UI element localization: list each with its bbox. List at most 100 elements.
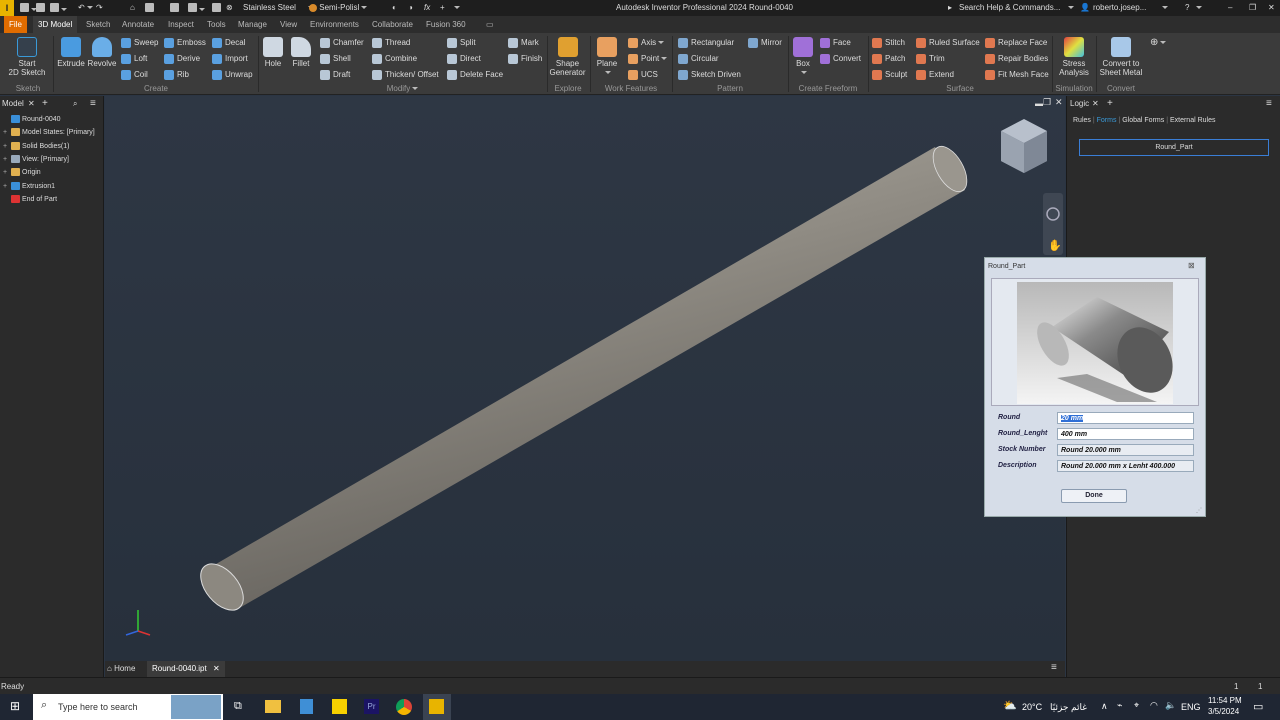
split-button[interactable]: Split <box>447 36 476 49</box>
chamfer-button[interactable]: Chamfer <box>320 36 364 49</box>
tab-view[interactable]: View <box>275 16 302 33</box>
draft-button[interactable]: Draft <box>320 68 350 81</box>
expand-icon[interactable]: + <box>3 167 11 179</box>
sticky-notes-icon[interactable] <box>332 699 347 714</box>
extrude-button[interactable]: Extrude <box>56 35 86 68</box>
loft-button[interactable]: Loft <box>121 52 147 65</box>
circular-pattern-button[interactable]: Circular <box>678 52 719 65</box>
dialog-close-icon[interactable]: ⊠ <box>1188 261 1195 270</box>
graphics-viewport[interactable]: ✋ ▬ ❐ ✕ <box>105 96 1065 661</box>
user-dropdown-icon[interactable] <box>1160 3 1168 13</box>
save-icon[interactable] <box>50 3 67 13</box>
decal-button[interactable]: Decal <box>212 36 245 49</box>
rectangular-pattern-button[interactable]: Rectangular <box>678 36 734 49</box>
ruled-surface-button[interactable]: Ruled Surface <box>916 36 980 49</box>
thicken-offset-button[interactable]: Thicken/ Offset <box>372 68 439 81</box>
appearance-select[interactable]: Semi-Polisl <box>309 3 368 13</box>
search-dropdown-icon[interactable] <box>1066 3 1074 13</box>
revolve-button[interactable]: Revolve <box>86 35 118 68</box>
tab-annotate[interactable]: Annotate <box>117 16 159 33</box>
direct-button[interactable]: Direct <box>447 52 481 65</box>
convert-freeform-button[interactable]: Convert <box>820 52 861 65</box>
tab-sketch[interactable]: Sketch <box>81 16 115 33</box>
thread-button[interactable]: Thread <box>372 36 410 49</box>
update-icon[interactable] <box>188 3 205 13</box>
logic-tab[interactable]: Logic <box>1070 96 1089 111</box>
undo-icon[interactable]: ↶ <box>78 3 93 13</box>
tree-item[interactable]: End of Part <box>3 194 57 206</box>
location-icon[interactable]: ⌖ <box>1134 700 1139 711</box>
tab-environments[interactable]: Environments <box>305 16 364 33</box>
weather-icon[interactable]: ⛅ <box>1003 699 1017 712</box>
rib-button[interactable]: Rib <box>164 68 189 81</box>
select-icon[interactable] <box>170 3 179 13</box>
restore-icon[interactable]: ❐ <box>1249 3 1256 13</box>
pan-hand-icon[interactable]: ✋ <box>1048 239 1062 252</box>
home-icon[interactable]: ⌂ <box>130 3 135 13</box>
search-icon[interactable]: ⌕ <box>73 96 77 111</box>
navigation-bar[interactable]: ✋ <box>1043 193 1063 255</box>
viewport-close-icon[interactable]: ✕ <box>1055 97 1063 108</box>
close-doc-icon[interactable]: ⊗ <box>226 3 233 13</box>
add-panel-icon[interactable]: + <box>42 96 48 111</box>
adjust-icon[interactable]: ◑ <box>408 3 413 13</box>
tab-collaborate[interactable]: Collaborate <box>367 16 418 33</box>
task-view-icon[interactable]: ⧉ <box>234 700 242 713</box>
tree-item[interactable]: + View: [Primary] <box>3 154 69 166</box>
forms-tab[interactable]: Forms <box>1097 117 1117 124</box>
import-button[interactable]: Import <box>212 52 248 65</box>
material-select[interactable]: Stainless Steel <box>243 3 314 13</box>
derive-button[interactable]: Derive <box>164 52 200 65</box>
rules-tab[interactable]: Rules <box>1073 117 1091 124</box>
box-button[interactable]: Box <box>790 35 816 77</box>
chrome-icon[interactable] <box>396 699 412 715</box>
help-icon[interactable]: ? <box>1185 3 1189 13</box>
network-icon[interactable]: ⌁ <box>1117 700 1122 711</box>
new-file-icon[interactable] <box>20 3 37 13</box>
tab-inspect[interactable]: Inspect <box>163 16 199 33</box>
resize-grip-icon[interactable]: ⋰ <box>1196 507 1202 514</box>
sweep-button[interactable]: Sweep <box>121 36 158 49</box>
combine-button[interactable]: Combine <box>372 52 417 65</box>
menu-icon[interactable]: ≡ <box>90 96 96 111</box>
redo-icon[interactable]: ↷ <box>96 3 103 13</box>
sketch-driven-pattern-button[interactable]: Sketch Driven <box>678 68 741 81</box>
tab-manage[interactable]: Manage <box>233 16 272 33</box>
form-button-round-part[interactable]: Round_Part <box>1079 139 1269 156</box>
tree-item[interactable]: + Origin <box>3 167 41 179</box>
sculpt-button[interactable]: Sculpt <box>872 68 907 81</box>
document-tab[interactable]: Round-0040.ipt ✕ <box>147 661 225 677</box>
model-tab[interactable]: Model <box>2 96 24 111</box>
trim-button[interactable]: Trim <box>916 52 945 65</box>
plane-button[interactable]: Plane <box>593 35 621 77</box>
stitch-button[interactable]: Stitch <box>872 36 905 49</box>
finish-button[interactable]: Finish <box>508 52 542 65</box>
inventor-logo-icon[interactable]: I <box>0 0 14 16</box>
tree-item[interactable]: + Extrusion1 <box>3 181 55 193</box>
delete-face-button[interactable]: Delete Face <box>447 68 503 81</box>
fillet-button[interactable]: Fillet <box>287 35 315 68</box>
tree-item[interactable]: + Model States: [Primary] <box>3 127 95 139</box>
global-forms-tab[interactable]: Global Forms <box>1122 117 1164 124</box>
expand-icon[interactable]: + <box>3 127 11 139</box>
tab-3d-model[interactable]: 3D Model <box>33 16 78 33</box>
taskbar-search-box[interactable]: ⌕ Type here to search <box>33 694 223 720</box>
file-explorer-icon[interactable] <box>265 700 281 713</box>
ucs-button[interactable]: UCS <box>628 68 658 81</box>
shell-button[interactable]: Shell <box>320 52 351 65</box>
point-button[interactable]: Point <box>628 52 668 65</box>
clock-time[interactable]: 11:54 PM <box>1208 696 1242 705</box>
fit-mesh-face-button[interactable]: Fit Mesh Face <box>985 68 1049 81</box>
mirror-button[interactable]: Mirror <box>748 36 782 49</box>
user-menu[interactable]: roberto.josep... <box>1093 3 1146 13</box>
hole-button[interactable]: Hole <box>260 35 286 68</box>
document-close-icon[interactable]: ✕ <box>213 664 220 673</box>
patch-button[interactable]: Patch <box>872 52 905 65</box>
replace-face-button[interactable]: Replace Face <box>985 36 1047 49</box>
round-bar-body[interactable] <box>204 147 965 610</box>
shape-generator-button[interactable]: Shape Generator <box>549 35 586 77</box>
ribbon-options-icon[interactable]: ⊕ <box>1150 36 1167 49</box>
view-cube[interactable] <box>1001 119 1047 173</box>
open-icon[interactable] <box>36 3 45 13</box>
emboss-button[interactable]: Emboss <box>164 36 206 49</box>
